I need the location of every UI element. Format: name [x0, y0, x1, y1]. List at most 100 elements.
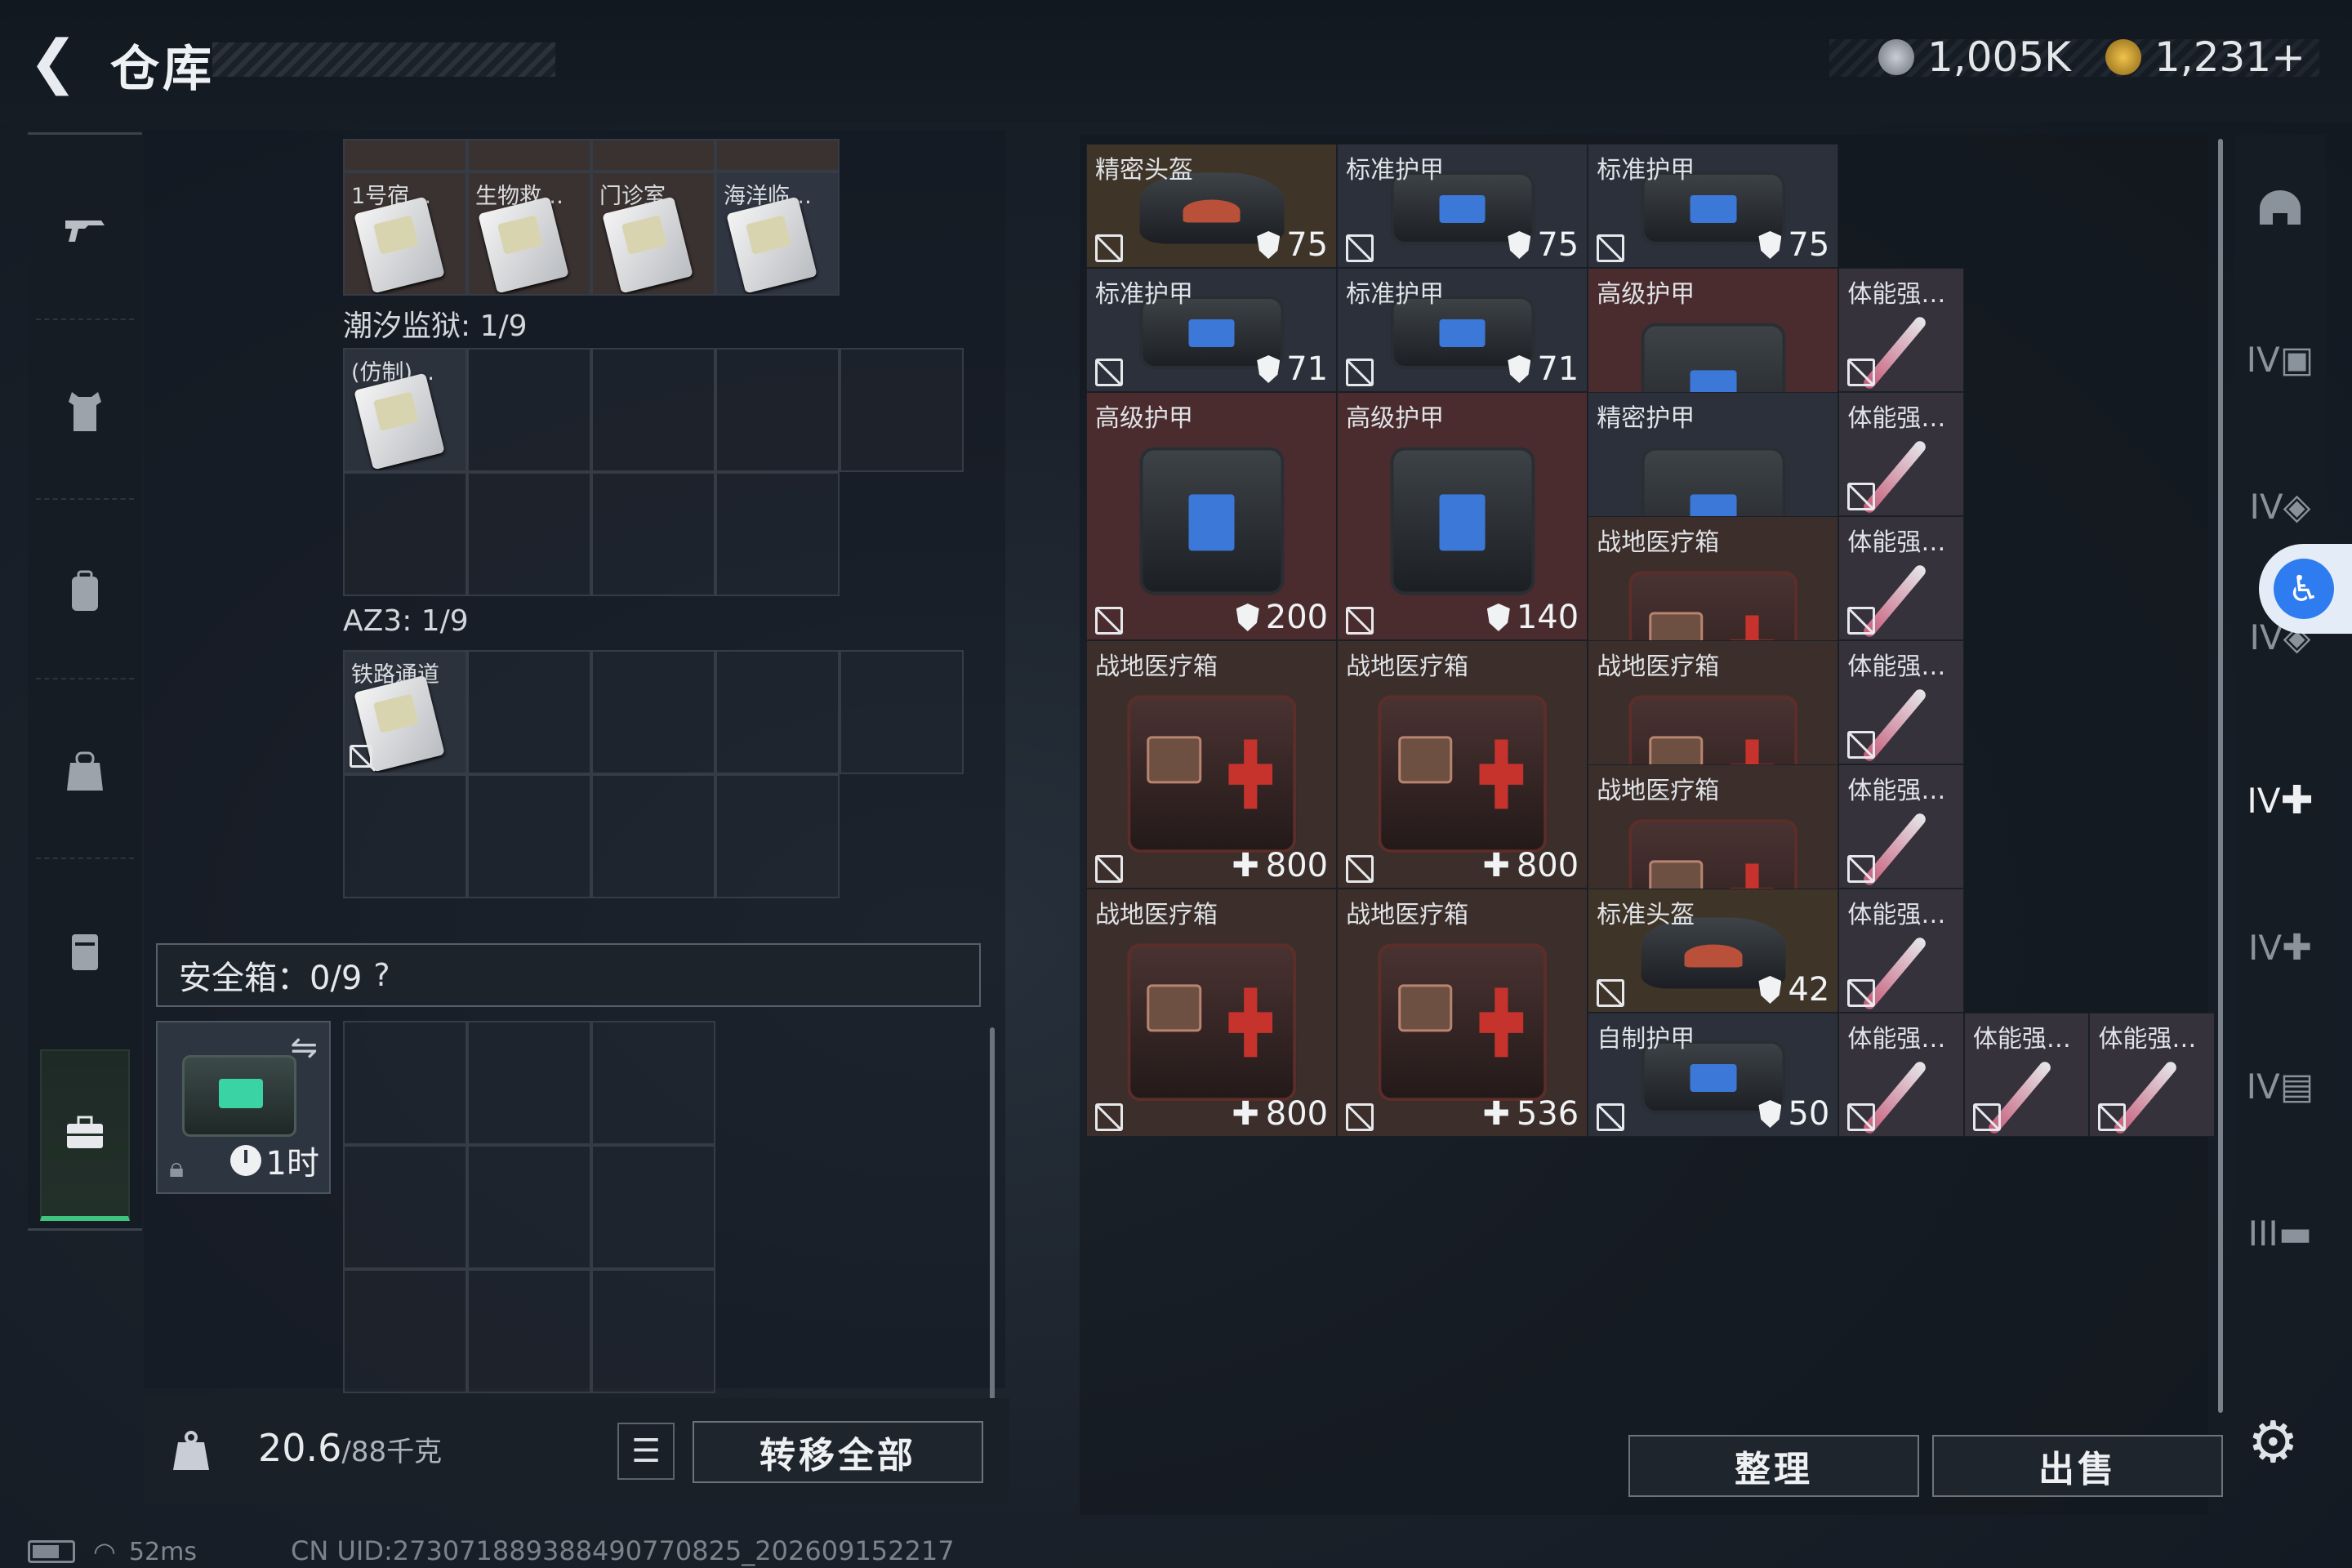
bag-icon: [67, 751, 103, 791]
item-label: 体能强…: [1847, 901, 1946, 929]
shield-icon: [1486, 604, 1510, 631]
grid-cell[interactable]: [591, 1269, 715, 1393]
stash-item-vest[interactable]: 高级护甲 140: [1337, 392, 1588, 640]
stash-item-vest[interactable]: 高级护甲 200: [1086, 392, 1338, 640]
keycard-slot[interactable]: 门诊室: [591, 172, 715, 296]
nav-tier-tab[interactable]: IV ◈: [2234, 461, 2326, 551]
nav-tier-tab[interactable]: IV ▣: [2234, 314, 2326, 404]
nav-tier-tab[interactable]: III ▬: [2234, 1188, 2326, 1278]
stash-item-syringe[interactable]: 体能强…: [1838, 640, 1964, 764]
stash-item-medkit[interactable]: 战地医疗箱 ✚800: [1086, 889, 1338, 1137]
nav-weapons[interactable]: [28, 184, 142, 274]
stash-item-syringe[interactable]: 体能强…: [1838, 516, 1964, 640]
item-durability: ✚ 536: [1482, 1095, 1579, 1133]
shield-icon: [1758, 231, 1782, 259]
stash-item-medkit[interactable]: 战地医疗箱 ✚800: [1086, 640, 1338, 889]
right-scrollbar[interactable]: [2218, 139, 2223, 1413]
stash-item-syringe[interactable]: 体能强…: [1838, 1013, 1964, 1137]
no-carry-icon: [1597, 1103, 1625, 1131]
nav-tier-tab[interactable]: IV ▤: [2234, 1041, 2326, 1131]
nav-backpack[interactable]: [28, 546, 142, 636]
grid-cell[interactable]: [840, 348, 964, 472]
stash-item-vest[interactable]: 标准护甲 71: [1337, 268, 1588, 392]
stash-item-syringe[interactable]: 体能强…: [2089, 1013, 2215, 1137]
grid-cell[interactable]: [591, 650, 715, 774]
grid-cell[interactable]: [343, 1145, 467, 1269]
stash-item-syringe[interactable]: 体能强…: [1838, 268, 1964, 392]
shield-icon: [1257, 231, 1281, 259]
grid-cell[interactable]: [591, 139, 715, 172]
grid-cell[interactable]: [840, 650, 964, 774]
stash-item-helmet[interactable]: 精密头盔 75: [1086, 144, 1338, 268]
section-title-prison: 潮汐监狱: 1/9: [343, 310, 528, 343]
grid-cell[interactable]: [715, 774, 840, 898]
tier-label: IV: [2249, 486, 2283, 527]
stash-item-syringe[interactable]: 体能强…: [1838, 392, 1964, 516]
list-view-button[interactable]: ☰: [617, 1423, 675, 1480]
grid-cell[interactable]: [591, 1145, 715, 1269]
stash-item-syringe[interactable]: 体能强…: [1963, 1013, 2090, 1137]
item-value: 71: [1537, 350, 1579, 388]
currency-silver-value: 1,005K: [1927, 33, 2071, 81]
top-bar: ❮ 仓库 1,005K 1,231+: [0, 0, 2352, 122]
grid-cell[interactable]: [715, 348, 840, 472]
grid-cell[interactable]: [591, 348, 715, 472]
grid-cell[interactable]: [591, 774, 715, 898]
stash-item-helmet[interactable]: 标准头盔 42: [1588, 889, 1839, 1013]
item-label: 体能强…: [2098, 1025, 2197, 1054]
accessibility-button[interactable]: ♿︎: [2259, 544, 2352, 634]
swap-icon[interactable]: ⇋: [290, 1029, 318, 1067]
nav-armor[interactable]: [28, 367, 142, 457]
stash-item-vest[interactable]: 自制护甲 50: [1588, 1013, 1839, 1137]
cross-icon: [1228, 987, 1273, 1058]
grid-cell[interactable]: [467, 1145, 591, 1269]
grid-cell[interactable]: [343, 139, 467, 172]
transfer-all-button[interactable]: 转移全部: [693, 1421, 983, 1483]
stash-item-medkit[interactable]: 战地医疗箱 ✚800: [1337, 640, 1588, 889]
safe-box-item[interactable]: ⇋ 🔒︎ 1时: [156, 1021, 331, 1194]
nav-medkit-tab-active[interactable]: IV ✚: [2234, 755, 2326, 845]
grid-cell[interactable]: [467, 1021, 591, 1145]
stash-item-syringe[interactable]: 体能强…: [1838, 889, 1964, 1013]
settings-gear-icon[interactable]: ⚙: [2247, 1409, 2299, 1476]
grid-cell[interactable]: [467, 139, 591, 172]
helmet-icon: [2260, 190, 2301, 225]
grid-cell[interactable]: [343, 1021, 467, 1145]
grid-cell[interactable]: [343, 472, 467, 596]
no-carry-icon: [1346, 1103, 1374, 1131]
grid-cell[interactable]: [467, 650, 591, 774]
stash-item-vest[interactable]: 标准护甲 75: [1337, 144, 1588, 268]
grid-cell[interactable]: [715, 139, 840, 172]
sort-button[interactable]: 整理: [1628, 1435, 1919, 1497]
grid-cell[interactable]: [467, 472, 591, 596]
grid-cell[interactable]: [591, 472, 715, 596]
stash-item-syringe[interactable]: 体能强…: [1838, 764, 1964, 889]
left-scrollbar[interactable]: [990, 1027, 995, 1403]
keycard-slot[interactable]: 铁路通道: [343, 650, 467, 774]
keycard-slot[interactable]: 海洋临…: [715, 172, 840, 296]
nav-container[interactable]: [28, 906, 142, 996]
currency-gold[interactable]: 1,231+: [2105, 33, 2305, 82]
grid-cell-empty: [840, 472, 964, 596]
stash-item-vest[interactable]: 标准护甲 75: [1588, 144, 1839, 268]
grid-cell[interactable]: [467, 348, 591, 472]
grid-cell[interactable]: [715, 650, 840, 774]
keycard-slot[interactable]: 生物救…: [467, 172, 591, 296]
sell-button[interactable]: 出售: [1932, 1435, 2223, 1497]
nav-briefcase-active[interactable]: [40, 1049, 130, 1221]
back-arrow-icon[interactable]: ❮: [24, 27, 82, 96]
keycard-slot[interactable]: (仿制)…: [343, 348, 467, 472]
grid-cell[interactable]: [467, 1269, 591, 1393]
grid-cell[interactable]: [343, 774, 467, 898]
help-icon[interactable]: ?: [373, 957, 390, 993]
nav-helmet-tab[interactable]: [2234, 167, 2326, 257]
stash-item-vest[interactable]: 标准护甲 71: [1086, 268, 1338, 392]
keycard-slot[interactable]: 1号宿…: [343, 172, 467, 296]
grid-cell[interactable]: [467, 774, 591, 898]
grid-cell[interactable]: [591, 1021, 715, 1145]
nav-tier-tab[interactable]: IV ✚: [2234, 902, 2326, 992]
grid-cell[interactable]: [343, 1269, 467, 1393]
nav-bag[interactable]: [28, 726, 142, 816]
grid-cell[interactable]: [715, 472, 840, 596]
stash-item-medkit[interactable]: 战地医疗箱 ✚ 536: [1337, 889, 1588, 1137]
